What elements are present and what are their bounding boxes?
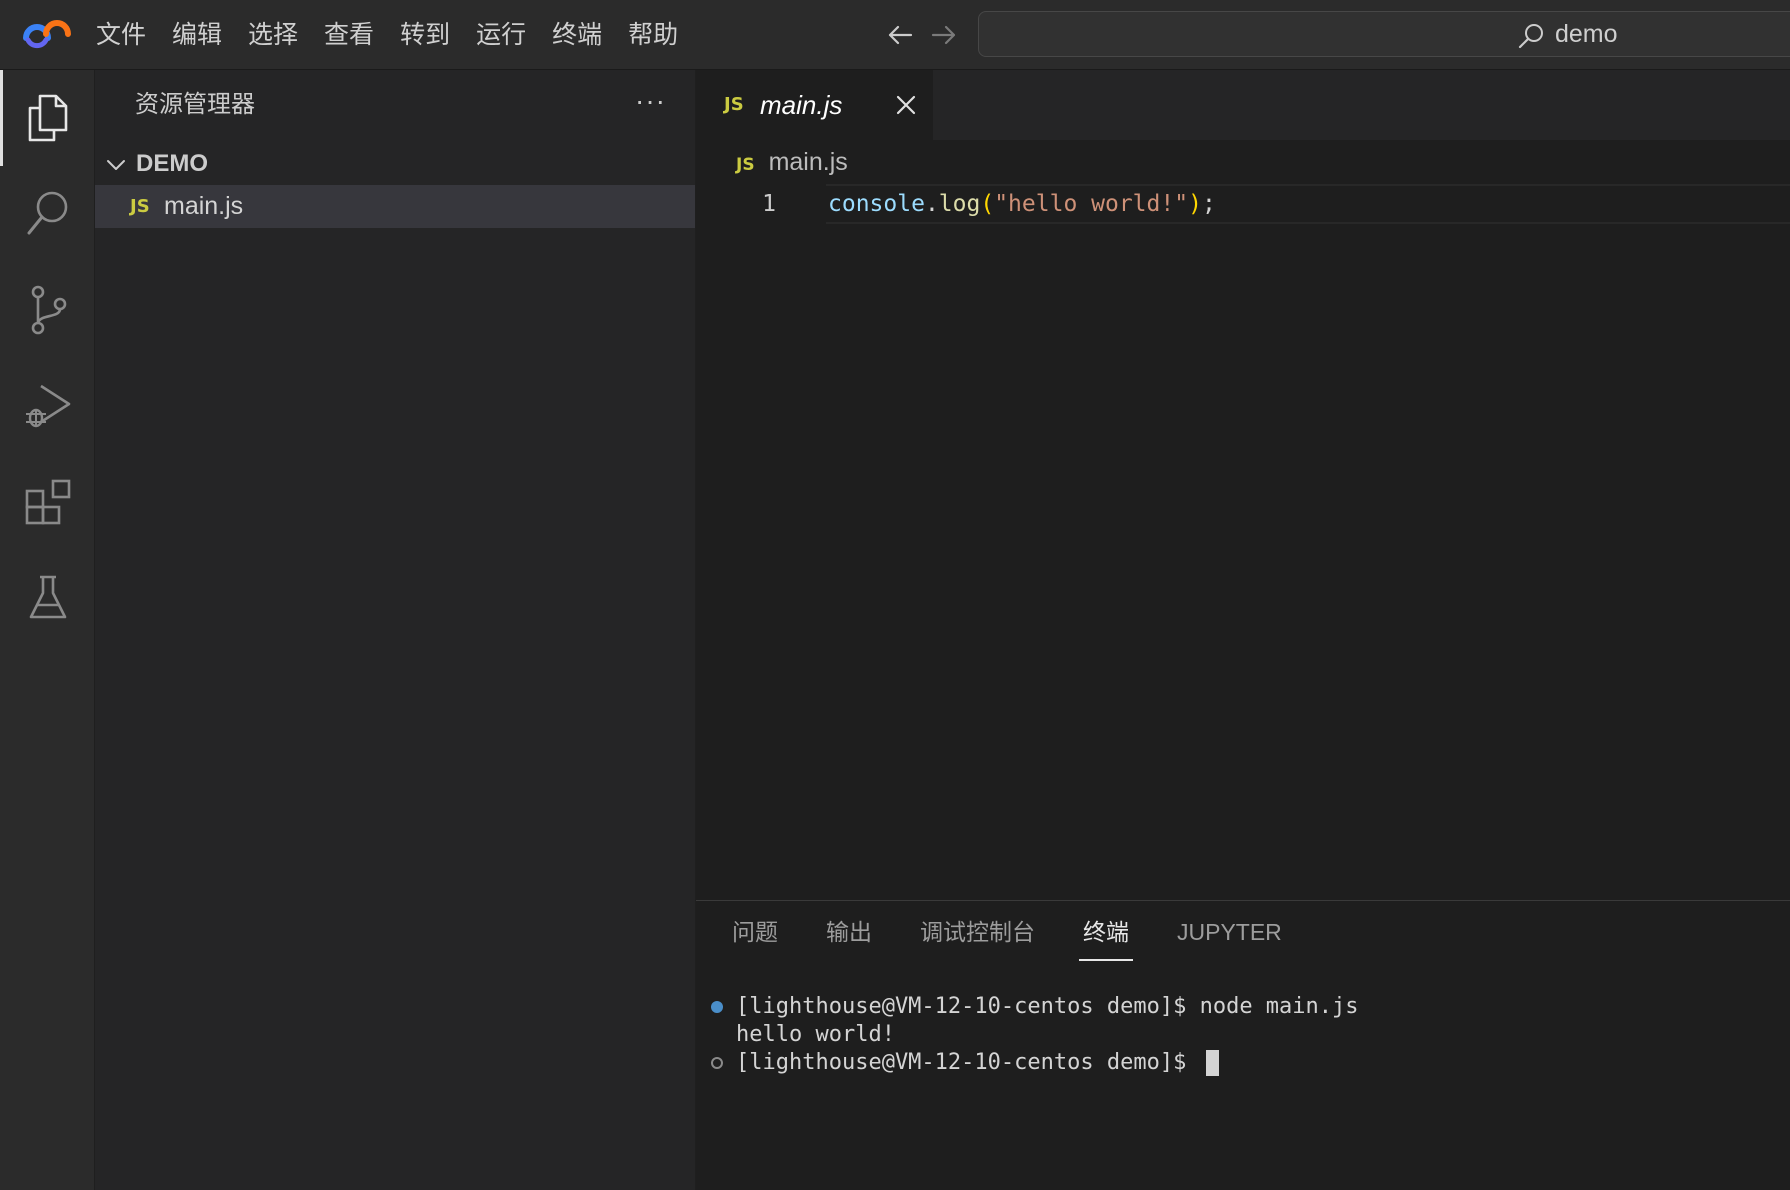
app-logo-icon bbox=[23, 20, 71, 49]
terminal[interactable]: [lighthouse@VM-12-10-centos demo]$ node … bbox=[696, 993, 1790, 1077]
terminal-line: [lighthouse@VM-12-10-centos demo]$ node … bbox=[696, 993, 1790, 1021]
activity-bar bbox=[0, 70, 95, 1190]
tab-jupyter[interactable]: JUPYTER bbox=[1177, 901, 1282, 963]
terminal-cursor bbox=[1205, 1050, 1219, 1076]
code-token-semicolon: ; bbox=[1201, 191, 1216, 217]
chevron-down-icon bbox=[107, 160, 125, 170]
code-token-open-paren: ( bbox=[980, 191, 995, 217]
search-activity[interactable] bbox=[0, 166, 95, 262]
js-file-icon: JS bbox=[724, 94, 744, 115]
menu-edit[interactable]: 编辑 bbox=[159, 0, 235, 70]
run-debug-icon bbox=[25, 384, 70, 428]
search-icon bbox=[27, 191, 67, 235]
js-file-icon: JS bbox=[130, 196, 150, 217]
menu-help[interactable]: 帮助 bbox=[615, 0, 691, 70]
code-token-object: console bbox=[828, 191, 925, 217]
source-control-icon bbox=[31, 285, 66, 335]
extensions-activity[interactable] bbox=[0, 454, 95, 550]
js-file-icon: JS bbox=[736, 155, 755, 175]
folder-header-demo[interactable]: DEMO bbox=[95, 142, 695, 186]
extensions-icon bbox=[25, 479, 70, 525]
menu-selection[interactable]: 选择 bbox=[235, 0, 311, 70]
terminal-line: hello world! bbox=[696, 1021, 1790, 1049]
bottom-panel: 问题 输出 调试控制台 终端 JUPYTER [lighthouse@VM-12… bbox=[696, 900, 1790, 1190]
breadcrumb[interactable]: JS main.js bbox=[736, 142, 848, 182]
close-icon[interactable] bbox=[894, 93, 918, 117]
forward-arrow-icon[interactable] bbox=[927, 18, 961, 52]
testing-activity[interactable] bbox=[0, 550, 95, 646]
back-arrow-icon[interactable] bbox=[883, 18, 917, 52]
terminal-text: hello world! bbox=[736, 1022, 895, 1047]
line-number: 1 bbox=[762, 191, 776, 217]
menu-bar: 文件 编辑 选择 查看 转到 运行 终端 帮助 bbox=[84, 0, 691, 70]
beaker-icon bbox=[29, 575, 66, 619]
code-token-dot: . bbox=[924, 191, 939, 217]
search-text: demo bbox=[1555, 20, 1618, 48]
code-token-function: log bbox=[938, 191, 981, 217]
menu-go[interactable]: 转到 bbox=[387, 0, 463, 70]
tab-terminal[interactable]: 终端 bbox=[1079, 901, 1133, 963]
tab-problems[interactable]: 问题 bbox=[732, 901, 778, 963]
menu-view[interactable]: 查看 bbox=[311, 0, 387, 70]
explorer-activity[interactable] bbox=[0, 70, 95, 166]
menu-run[interactable]: 运行 bbox=[463, 0, 539, 70]
run-debug-activity[interactable] bbox=[0, 358, 95, 454]
command-success-dot-icon[interactable] bbox=[711, 1001, 723, 1013]
explorer-title: 资源管理器 bbox=[135, 91, 255, 118]
explorer-sidebar: 资源管理器 ··· DEMO JS main.js bbox=[95, 70, 696, 1190]
menu-terminal[interactable]: 终端 bbox=[539, 0, 615, 70]
command-center-search[interactable]: demo bbox=[978, 11, 1790, 57]
tab-debug-console[interactable]: 调试控制台 bbox=[920, 901, 1035, 963]
terminal-line: [lighthouse@VM-12-10-centos demo]$ bbox=[696, 1049, 1790, 1077]
file-item-main-js[interactable]: JS main.js bbox=[95, 185, 695, 228]
terminal-text: [lighthouse@VM-12-10-centos demo]$ bbox=[736, 1050, 1200, 1075]
menu-file[interactable]: 文件 bbox=[84, 0, 159, 70]
code-line[interactable]: console.log("hello world!"); bbox=[828, 184, 1216, 224]
files-icon bbox=[28, 94, 67, 142]
source-control-activity[interactable] bbox=[0, 262, 95, 358]
code-token-string: "hello world!" bbox=[994, 191, 1189, 217]
tab-output[interactable]: 输出 bbox=[826, 901, 872, 963]
tab-main-js[interactable]: JS main.js bbox=[696, 70, 934, 140]
command-pending-dot-icon[interactable] bbox=[711, 1057, 723, 1069]
editor-area: JS main.js JS main.js 1 console.log("hell… bbox=[696, 70, 1790, 902]
tab-label: main.js bbox=[760, 90, 843, 120]
terminal-text: [lighthouse@VM-12-10-centos demo]$ node … bbox=[736, 994, 1359, 1019]
breadcrumb-file: main.js bbox=[768, 148, 848, 176]
code-token-close-paren: ) bbox=[1188, 191, 1202, 217]
folder-name: DEMO bbox=[136, 150, 208, 177]
panel-tabs: 问题 输出 调试控制台 终端 JUPYTER bbox=[732, 901, 1330, 963]
search-icon bbox=[1518, 24, 1543, 49]
file-name: main.js bbox=[164, 192, 244, 220]
title-bar: 文件 编辑 选择 查看 转到 运行 终端 帮助 demo bbox=[0, 0, 1790, 70]
editor-tab-bar: JS main.js bbox=[696, 70, 1790, 140]
more-actions-button[interactable]: ··· bbox=[635, 70, 666, 140]
